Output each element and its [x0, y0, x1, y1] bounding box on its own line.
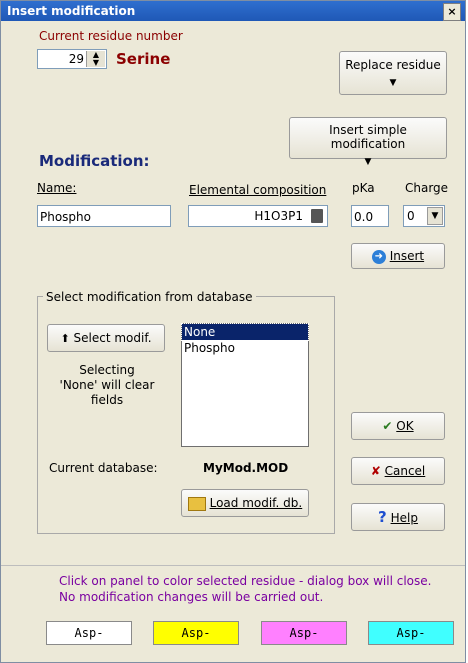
insert-simple-label: Insert simple modification	[329, 123, 407, 151]
color-info-line1: Click on panel to color selected residue…	[59, 574, 432, 588]
charge-select[interactable]: 0 ▼	[403, 205, 445, 227]
elemental-composition-value: H1O3P1	[254, 209, 303, 223]
folder-icon	[187, 496, 206, 511]
close-icon[interactable]: ×	[443, 3, 461, 21]
replace-residue-label: Replace residue	[345, 58, 441, 72]
color-info-line2: No modification changes will be carried …	[59, 590, 324, 604]
arrow-up-icon: ⬆	[60, 332, 70, 345]
chevron-down-icon[interactable]: ▼	[427, 207, 443, 225]
load-modif-db-button[interactable]: Load modif. db.	[181, 489, 309, 517]
list-item[interactable]: Phospho	[182, 340, 308, 356]
window-title: Insert modification	[7, 4, 136, 18]
modification-list[interactable]: None Phospho	[181, 323, 309, 447]
charge-label: Charge	[405, 181, 449, 195]
replace-residue-button[interactable]: Replace residue ▼	[339, 51, 447, 95]
insert-modification-dialog: Insert modification × Current residue nu…	[0, 0, 466, 663]
question-mark-icon: ?	[378, 508, 387, 526]
insert-button[interactable]: ➜ Insert	[351, 243, 445, 269]
arrow-right-icon: ➜	[371, 249, 386, 264]
insert-simple-modification-button[interactable]: Insert simple modification ▼	[289, 117, 447, 167]
name-field[interactable]: Phospho	[37, 205, 171, 227]
current-database-label: Current database:	[49, 461, 158, 475]
calculator-icon[interactable]	[311, 209, 323, 223]
residue-label: Current residue number	[39, 29, 183, 43]
help-label: Help	[390, 511, 418, 525]
ok-label: OK	[396, 419, 414, 433]
pka-field[interactable]: 0.0	[351, 205, 389, 227]
residue-number-value: 29	[68, 52, 84, 66]
select-modif-button[interactable]: ⬆ Select modif.	[47, 324, 165, 352]
cancel-x-icon: ✘	[370, 464, 381, 478]
load-modif-db-label: Load modif. db.	[209, 496, 303, 510]
database-group-title: Select modification from database	[43, 290, 256, 304]
name-label: Name:	[37, 181, 77, 195]
residue-number-stepper[interactable]: 29 ▲ ▼	[37, 49, 107, 69]
swatch-magenta[interactable]: Asp-	[261, 621, 347, 645]
spin-arrows-icon[interactable]: ▲ ▼	[86, 51, 105, 67]
charge-value: 0	[407, 209, 415, 223]
elemental-composition-field[interactable]: H1O3P1	[188, 205, 328, 227]
current-database-value: MyMod.MOD	[203, 461, 289, 475]
insert-label: Insert	[389, 249, 425, 263]
modification-heading: Modification:	[39, 152, 150, 170]
cancel-button[interactable]: ✘ Cancel	[351, 457, 445, 485]
checkmark-icon: ✔	[382, 419, 393, 433]
select-modif-label: Select modif.	[73, 331, 152, 345]
title-bar: Insert modification ×	[1, 1, 465, 21]
swatch-yellow[interactable]: Asp-	[153, 621, 239, 645]
residue-name: Serine	[116, 50, 171, 68]
ok-button[interactable]: ✔ OK	[351, 412, 445, 440]
swatch-cyan[interactable]: Asp-	[368, 621, 454, 645]
dropdown-arrow-icon: ▼	[389, 78, 397, 88]
swatch-white[interactable]: Asp-	[46, 621, 132, 645]
list-item[interactable]: None	[181, 323, 309, 341]
pka-label: pKa	[352, 181, 375, 195]
selecting-none-note: Selecting 'None' will clear fields	[59, 363, 155, 407]
cancel-label: Cancel	[384, 464, 426, 478]
help-button[interactable]: ? Help	[351, 503, 445, 531]
dropdown-arrow-icon: ▼	[364, 157, 372, 167]
elemental-composition-label: Elemental composition	[189, 183, 327, 197]
